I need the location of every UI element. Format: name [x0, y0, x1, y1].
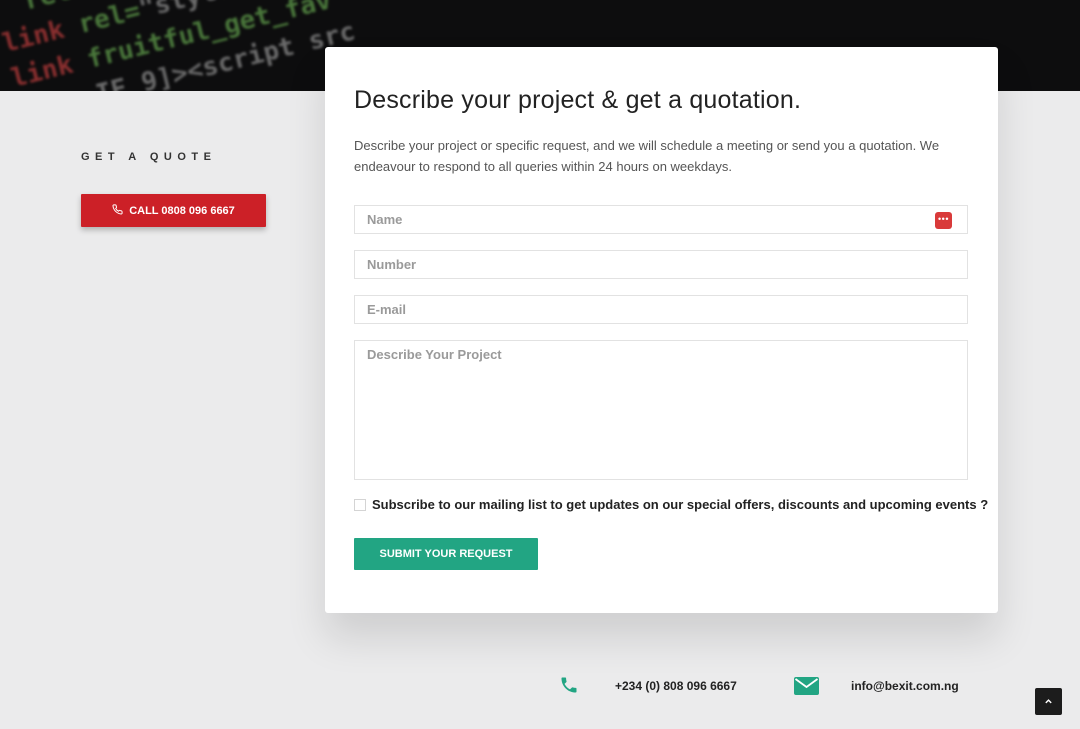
- form-title: Describe your project & get a quotation.: [354, 86, 802, 114]
- phone-icon: [559, 675, 579, 695]
- scroll-to-top-button[interactable]: [1035, 688, 1062, 715]
- call-button[interactable]: CALL 0808 096 6667: [81, 194, 266, 227]
- quote-form-card: Describe your project & get a quotation.…: [325, 47, 998, 613]
- call-button-label: CALL 0808 096 6667: [129, 204, 235, 217]
- chevron-up-icon: [1044, 694, 1053, 709]
- contact-phone[interactable]: +234 (0) 808 096 6667: [615, 679, 737, 693]
- form-description: Describe your project or specific reques…: [354, 138, 940, 174]
- subscribe-label[interactable]: Subscribe to our mailing list to get upd…: [372, 497, 988, 512]
- submit-request-button[interactable]: SUBMIT YOUR REQUEST: [354, 538, 538, 570]
- envelope-icon: [794, 677, 819, 695]
- password-manager-icon[interactable]: •••: [935, 212, 952, 229]
- phone-icon: [112, 203, 123, 218]
- name-input[interactable]: [354, 205, 968, 234]
- subscribe-option[interactable]: Subscribe to our mailing list to get upd…: [354, 497, 988, 512]
- number-input[interactable]: [354, 250, 968, 279]
- project-description-textarea[interactable]: [354, 340, 968, 480]
- contact-email[interactable]: info@bexit.com.ng: [851, 679, 959, 693]
- get-a-quote-heading: GET A QUOTE: [81, 151, 217, 163]
- subscribe-checkbox[interactable]: [354, 498, 366, 511]
- email-input[interactable]: [354, 295, 968, 324]
